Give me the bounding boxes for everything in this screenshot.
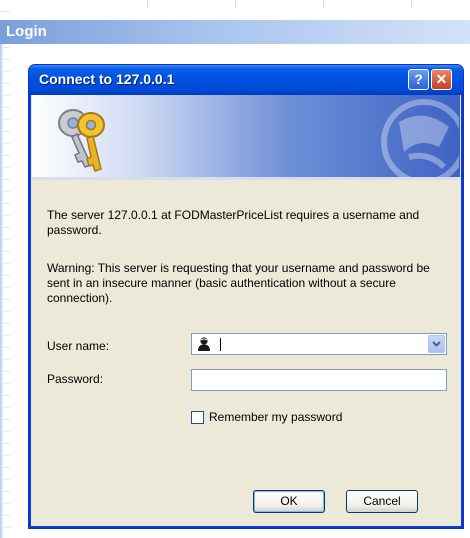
- user-icon: [197, 337, 211, 351]
- login-window-edge: [0, 44, 4, 538]
- security-warning: Warning: This server is requesting that …: [47, 261, 430, 305]
- username-dropdown-button[interactable]: [428, 335, 445, 353]
- password-field[interactable]: [191, 369, 447, 391]
- dialog-titlebar[interactable]: Connect to 127.0.0.1 ? ✕: [29, 65, 463, 95]
- background-ruler: [60, 0, 470, 8]
- help-icon: ?: [414, 71, 423, 87]
- text-caret: [220, 338, 221, 351]
- chevron-down-icon: [432, 341, 441, 347]
- ok-button[interactable]: OK: [253, 490, 325, 513]
- username-combobox[interactable]: [191, 333, 447, 355]
- help-button[interactable]: ?: [408, 69, 429, 90]
- server-message: The server 127.0.0.1 at FODMasterPriceLi…: [47, 208, 420, 237]
- keys-icon: [58, 109, 105, 172]
- connect-dialog: Connect to 127.0.0.1 ? ✕ The server 127.…: [28, 64, 464, 529]
- close-icon: ✕: [435, 71, 448, 87]
- close-button[interactable]: ✕: [431, 69, 452, 90]
- dialog-title: Connect to 127.0.0.1: [39, 71, 175, 87]
- banner-divider: [32, 177, 460, 180]
- globe-icon: [381, 99, 459, 177]
- remember-password-checkbox[interactable]: [191, 411, 204, 424]
- username-label: User name:: [47, 339, 110, 353]
- remember-password-label[interactable]: Remember my password: [209, 410, 342, 424]
- cancel-button[interactable]: Cancel: [346, 490, 418, 513]
- login-window-titlebar: Login: [0, 20, 470, 44]
- password-label: Password:: [47, 372, 104, 386]
- login-window-title: Login: [6, 23, 47, 40]
